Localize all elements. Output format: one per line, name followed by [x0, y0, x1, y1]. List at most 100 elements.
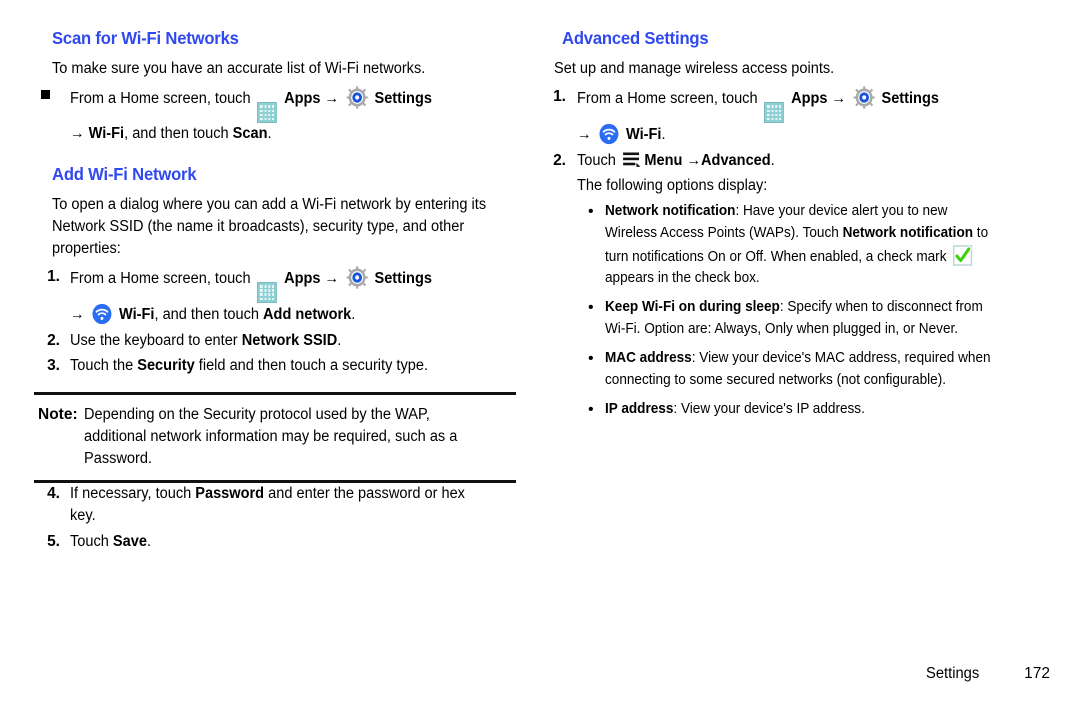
scan-line1-pre: From a Home screen, touch — [70, 90, 251, 107]
step5-end: . — [146, 532, 152, 550]
step-content: From a Home screen, touch Apps → Setting… — [577, 86, 1003, 147]
settings-gear-icon — [853, 86, 875, 109]
scan-line2-end: . — [267, 125, 272, 143]
arrow-glyph: → — [577, 126, 592, 144]
scan-line2-mid: , and then touch — [124, 125, 233, 143]
heading-scan-for-wifi-networks: Scan for Wi-Fi Networks — [52, 28, 239, 48]
option-content: Network notification: Have your device a… — [605, 201, 1000, 291]
add-network-steps: 1. From a Home screen, touch Apps → Sett… — [30, 266, 520, 378]
step-content: Touch the Security field and then touch … — [70, 355, 493, 377]
wifi-label: Wi-Fi — [625, 126, 662, 144]
step1-line1-pre: From a Home screen, touch — [70, 269, 251, 287]
list-item: • MAC address: View your device's MAC ad… — [588, 348, 1030, 392]
security-bold: Security — [137, 357, 195, 375]
step1-line2-end: . — [351, 306, 356, 324]
apps-label: Apps — [284, 269, 321, 287]
menu-label: Menu — [644, 151, 683, 169]
apps-grid-icon — [764, 102, 785, 124]
scan-bullet-content: From a Home screen, touch Apps → Setting… — [70, 86, 493, 146]
scan-intro-text: To make sure you have an accurate list o… — [52, 60, 426, 77]
option-title: Network notification — [605, 202, 736, 219]
list-item: 4. If necessary, touch Password and ente… — [30, 483, 520, 528]
list-item: • Keep Wi-Fi on during sleep: Specify wh… — [588, 297, 1030, 341]
wifi-icon — [598, 123, 619, 145]
step-marker: 5. — [47, 532, 60, 550]
save-bold: Save — [112, 532, 147, 550]
step-marker: 2. — [47, 331, 60, 349]
step4-pre: If necessary, touch — [70, 484, 196, 502]
advanced-steps: 1. From a Home screen, touch Apps → Sett… — [540, 86, 1030, 172]
step-marker: 1. — [47, 267, 60, 285]
step1-line2-mid: , and then touch — [154, 306, 264, 324]
step2-pre: Use the keyboard to enter — [70, 331, 242, 349]
option-title: Keep Wi-Fi on during sleep — [605, 299, 780, 316]
scan-bullet-list: From a Home screen, touch Apps → Setting… — [30, 86, 520, 146]
step-marker: 3. — [47, 357, 60, 375]
settings-gear-icon — [346, 86, 368, 109]
arrow-glyph: → — [831, 90, 847, 107]
apps-grid-icon — [257, 102, 278, 124]
option-title: IP address — [605, 400, 674, 417]
settings-label: Settings — [881, 90, 939, 107]
scan-bold: Scan — [232, 125, 268, 143]
option-content: IP address: View your device's IP addres… — [605, 399, 1000, 422]
rstep2-pre: Touch — [577, 151, 620, 169]
list-item: 1. From a Home screen, touch Apps → Sett… — [540, 86, 1030, 147]
wifi-label: Wi-Fi — [118, 306, 155, 324]
advanced-bold: Advanced — [701, 151, 771, 169]
wifi-label: Wi-Fi — [88, 125, 125, 143]
rstep1-line2-end: . — [661, 126, 666, 144]
arrow-glyph: → — [686, 151, 702, 169]
menu-hamburger-icon — [622, 151, 642, 169]
password-bold: Password — [195, 484, 265, 502]
network-ssid-bold: Network SSID — [241, 331, 338, 349]
list-item: • Network notification: Have your device… — [588, 201, 1030, 291]
page-footer: Settings 172 — [926, 665, 1050, 683]
options-display-line: The following options display: — [577, 177, 768, 195]
wifi-icon — [91, 303, 112, 325]
list-item: From a Home screen, touch Apps → Setting… — [30, 86, 520, 146]
square-bullet-icon — [30, 86, 60, 146]
settings-label: Settings — [374, 90, 432, 107]
footer-page-number: 172 — [1024, 665, 1050, 682]
arrow-glyph: → — [324, 90, 340, 107]
option-text-a: : View your device's IP address. — [673, 400, 865, 417]
step-content: Touch Menu →Advanced. — [577, 150, 1003, 172]
step3-end: field and then touch a security type. — [194, 357, 429, 375]
bullet-dot-icon: • — [588, 350, 594, 368]
step-content: If necessary, touch Password and enter t… — [70, 483, 493, 528]
add-network-bold: Add network — [263, 306, 352, 324]
green-check-icon — [953, 244, 973, 266]
arrow-glyph: → — [324, 269, 340, 287]
list-item: 3. Touch the Security field and then tou… — [30, 355, 520, 377]
option-title: MAC address — [605, 350, 692, 367]
manual-page: Scan for Wi-Fi Networks To make sure you… — [0, 0, 1080, 720]
apps-label: Apps — [791, 90, 828, 107]
left-column: Scan for Wi-Fi Networks To make sure you… — [30, 28, 520, 720]
rstep1-line1-pre: From a Home screen, touch — [577, 90, 758, 107]
note-text: Depending on the Security protocol used … — [83, 405, 457, 467]
advanced-options-list: • Network notification: Have your device… — [540, 201, 1030, 422]
arrow-glyph: → — [70, 306, 85, 324]
heading-add-wifi-network: Add Wi-Fi Network — [52, 163, 197, 184]
rstep2-end: . — [770, 151, 775, 169]
list-item: 5. Touch Save. — [30, 531, 520, 553]
footer-section-label: Settings — [926, 665, 980, 682]
step3-pre: Touch the — [70, 357, 138, 375]
bullet-dot-icon: • — [588, 400, 594, 418]
note-body: Note: Depending on the Security protocol… — [34, 395, 516, 480]
option-content: Keep Wi-Fi on during sleep: Specify when… — [605, 297, 1000, 341]
step-marker: 1. — [553, 88, 566, 105]
list-item: 2. Touch Menu →Advanced. — [540, 150, 1030, 172]
arrow-glyph: → — [70, 125, 85, 143]
advanced-intro: Set up and manage wireless access points… — [554, 60, 835, 77]
list-item: • IP address: View your device's IP addr… — [588, 399, 1030, 422]
add-network-intro: To open a dialog where you can add a Wi-… — [52, 195, 487, 257]
step5-pre: Touch — [70, 532, 113, 550]
settings-gear-icon — [346, 266, 368, 289]
step-marker: 2. — [553, 151, 566, 169]
settings-label: Settings — [374, 269, 432, 287]
step-content: From a Home screen, touch Apps → Setting… — [70, 266, 493, 327]
bullet-dot-icon: • — [588, 202, 594, 220]
bullet-dot-icon: • — [588, 299, 594, 317]
